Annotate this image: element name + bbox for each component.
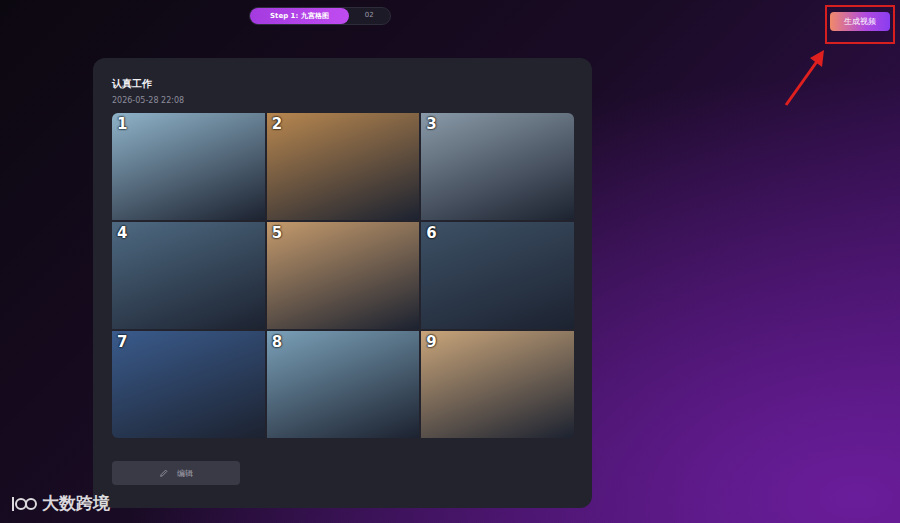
pen-icon [159, 468, 169, 478]
edit-button[interactable]: 编辑 [112, 461, 240, 485]
storyboard-card: 认真工作 2026-05-28 22:08 1 2 3 4 5 6 7 8 9 编辑 [93, 58, 592, 508]
red-arrow-icon [776, 42, 836, 112]
card-title: 认真工作 [112, 77, 574, 91]
card-timestamp: 2026-05-28 22:08 [112, 96, 574, 105]
screen: Step 1: 九宫格图02 生成视频认真工作 2026-05-28 22:08 1 2… [0, 0, 900, 523]
generate-video-button[interactable]: 生成视频 [830, 12, 890, 31]
panel-number: 6 [426, 224, 436, 242]
panel-number: 3 [426, 115, 436, 133]
watermark: 大数跨境 [8, 492, 110, 515]
grid-panel[interactable]: 1 [112, 113, 265, 220]
grid-panel[interactable]: 9 [421, 331, 574, 438]
panel-number: 5 [272, 224, 282, 242]
step-tab[interactable]: Step 1: 九宫格图 [250, 8, 349, 24]
grid-panel[interactable]: 6 [421, 222, 574, 329]
panel-number: 9 [426, 333, 436, 351]
panel-number: 4 [117, 224, 127, 242]
panel-number: 7 [117, 333, 127, 351]
grid-panel[interactable]: 3 [421, 113, 574, 220]
grid-panel[interactable]: 8 [267, 331, 420, 438]
grid-panel[interactable]: 4 [112, 222, 265, 329]
panel-number: 8 [272, 333, 282, 351]
grid-panel[interactable]: 7 [112, 331, 265, 438]
step-tab[interactable]: 02 [349, 8, 390, 24]
panel-number: 2 [272, 115, 282, 133]
brand-logo-icon [8, 493, 38, 515]
highlight-box: 生成视频 [825, 5, 895, 44]
top-bar: Step 1: 九宫格图02 生成视频 [0, 5, 900, 37]
grid-panel[interactable]: 2 [267, 113, 420, 220]
stepper: Step 1: 九宫格图02 [249, 7, 391, 25]
nine-grid: 1 2 3 4 5 6 7 8 9 [112, 113, 574, 438]
panel-number: 1 [117, 115, 127, 133]
grid-panel[interactable]: 5 [267, 222, 420, 329]
